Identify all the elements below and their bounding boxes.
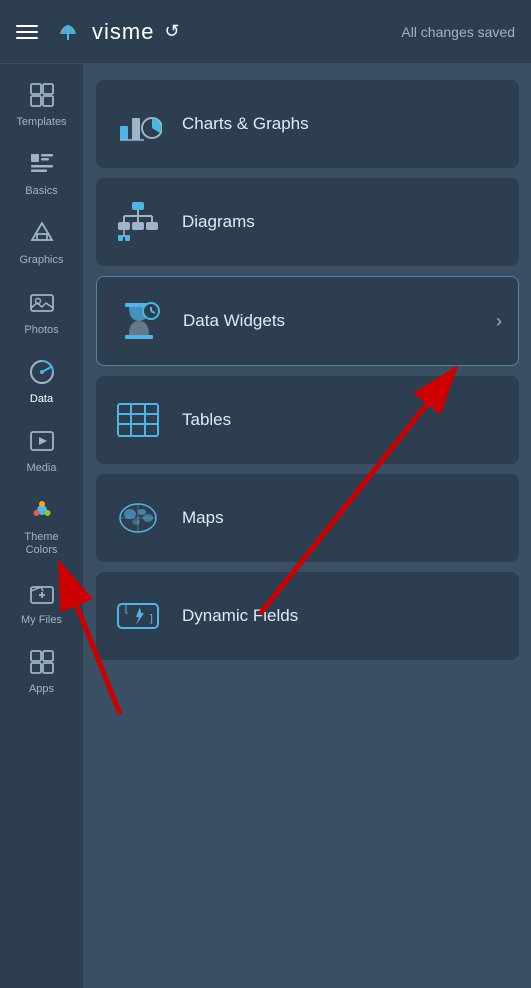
apps-label: Apps bbox=[29, 683, 54, 696]
media-icon bbox=[29, 428, 55, 458]
graphics-label: Graphics bbox=[19, 254, 63, 267]
sidebar-item-graphics[interactable]: Graphics bbox=[4, 210, 80, 277]
tables-icon bbox=[112, 394, 164, 446]
main-layout: Templates Basics bbox=[0, 64, 531, 988]
menu-item-charts-graphs[interactable]: Charts & Graphs bbox=[96, 80, 519, 168]
photos-icon bbox=[29, 290, 55, 320]
basics-icon bbox=[29, 151, 55, 181]
tables-label: Tables bbox=[182, 410, 503, 430]
content-panel: Charts & Graphs bbox=[84, 64, 531, 988]
header: visme ↺ All changes saved bbox=[0, 0, 531, 64]
my-files-icon bbox=[29, 580, 55, 610]
sidebar-item-basics[interactable]: Basics bbox=[4, 141, 80, 208]
basics-label: Basics bbox=[25, 185, 57, 198]
sidebar-item-data[interactable]: Data bbox=[4, 349, 80, 416]
sidebar-item-apps[interactable]: Apps bbox=[4, 639, 80, 706]
theme-colors-label: Theme Colors bbox=[24, 531, 58, 557]
maps-label: Maps bbox=[182, 508, 503, 528]
logo-text: visme bbox=[92, 19, 154, 45]
menu-item-tables[interactable]: Tables bbox=[96, 376, 519, 464]
visme-logo-icon bbox=[52, 16, 84, 48]
charts-graphs-label: Charts & Graphs bbox=[182, 114, 503, 134]
svg-text:[: [ bbox=[123, 602, 130, 615]
data-widgets-label: Data Widgets bbox=[183, 311, 478, 331]
media-label: Media bbox=[27, 462, 57, 475]
diagrams-icon bbox=[112, 196, 164, 248]
sidebar-item-media[interactable]: Media bbox=[4, 418, 80, 485]
charts-graphs-icon bbox=[112, 98, 164, 150]
maps-icon bbox=[112, 492, 164, 544]
dynamic-fields-icon: [ ] bbox=[112, 590, 164, 642]
data-label: Data bbox=[30, 393, 53, 406]
dynamic-fields-label: Dynamic Fields bbox=[182, 606, 503, 626]
sidebar: Templates Basics bbox=[0, 64, 84, 988]
logo-area: visme bbox=[52, 16, 154, 48]
undo-button[interactable]: ↺ bbox=[164, 21, 179, 42]
templates-icon bbox=[29, 82, 55, 112]
menu-item-diagrams[interactable]: Diagrams bbox=[96, 178, 519, 266]
svg-text:]: ] bbox=[148, 612, 155, 625]
menu-item-maps[interactable]: Maps bbox=[96, 474, 519, 562]
graphics-icon bbox=[29, 220, 55, 250]
sidebar-item-photos[interactable]: Photos bbox=[4, 280, 80, 347]
sidebar-item-templates[interactable]: Templates bbox=[4, 72, 80, 139]
hamburger-button[interactable] bbox=[16, 25, 38, 39]
photos-label: Photos bbox=[24, 324, 58, 337]
theme-colors-icon bbox=[29, 497, 55, 527]
my-files-label: My Files bbox=[21, 614, 62, 627]
templates-label: Templates bbox=[16, 116, 66, 129]
data-widgets-icon bbox=[113, 295, 165, 347]
menu-item-data-widgets[interactable]: Data Widgets › bbox=[96, 276, 519, 366]
sidebar-item-my-files[interactable]: My Files bbox=[4, 570, 80, 637]
apps-icon bbox=[29, 649, 55, 679]
diagrams-label: Diagrams bbox=[182, 212, 503, 232]
data-widgets-chevron: › bbox=[496, 311, 502, 332]
save-status: All changes saved bbox=[401, 24, 515, 40]
data-icon bbox=[29, 359, 55, 389]
menu-item-dynamic-fields[interactable]: [ ] Dynamic Fields bbox=[96, 572, 519, 660]
sidebar-item-theme-colors[interactable]: Theme Colors bbox=[4, 487, 80, 567]
